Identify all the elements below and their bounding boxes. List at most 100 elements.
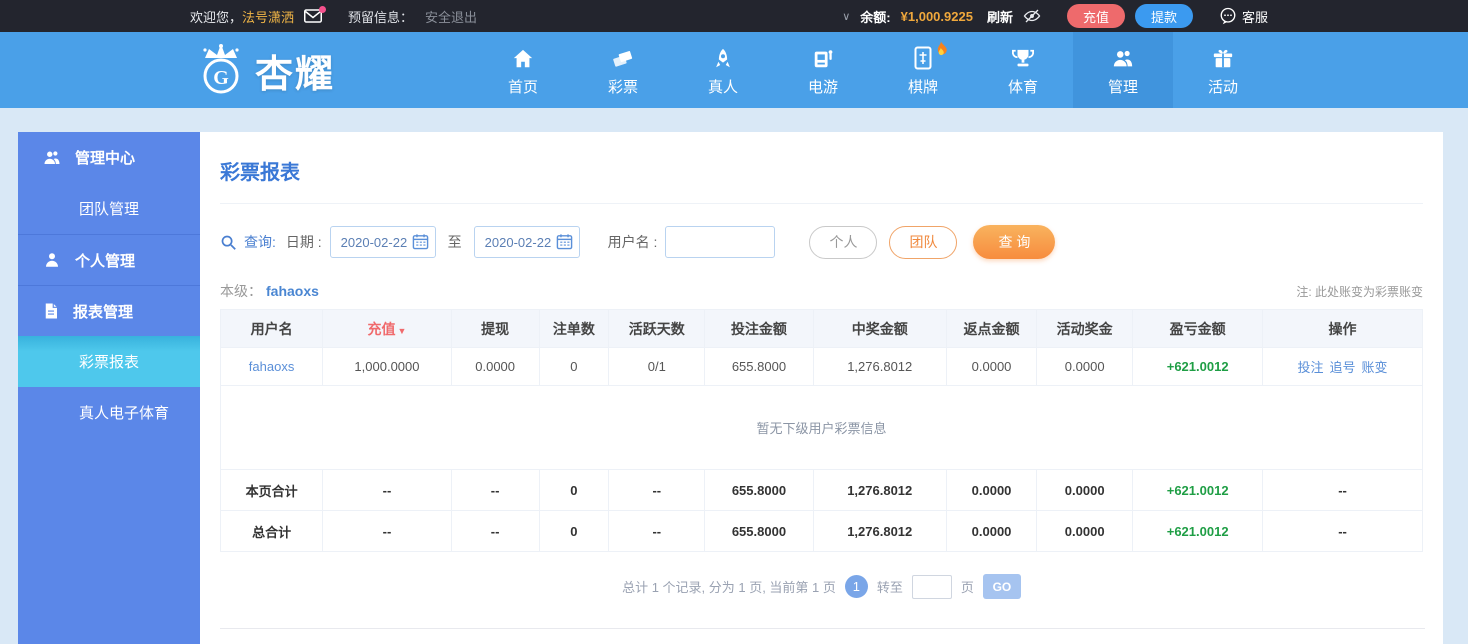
sidebar-item-team-manage[interactable]: 团队管理 xyxy=(18,183,200,234)
balance-label: 余额: xyxy=(860,9,891,25)
sidebar-item-manage-center[interactable]: 管理中心 xyxy=(18,132,200,183)
cell-deposit: 1,000.0000 xyxy=(322,347,452,386)
document-icon xyxy=(45,303,57,319)
sidebar-item-lottery-report[interactable]: 彩票报表 xyxy=(18,336,200,387)
personal-filter-button[interactable]: 个人 xyxy=(809,225,878,259)
header-deposit[interactable]: 充值 ▼ xyxy=(322,309,452,348)
empty-message-row: 暂无下级用户彩票信息 xyxy=(220,385,1423,470)
pagination: 总计 1 个记录, 分为 1 页, 当前第 1 页 1 转至 页 GO xyxy=(220,574,1423,599)
sidebar-item-report-manage[interactable]: 报表管理 xyxy=(18,285,200,336)
divider xyxy=(220,203,1423,204)
total-cell: -- xyxy=(1262,510,1423,552)
withdraw-button[interactable]: 提款 xyxy=(1134,4,1193,28)
cell-rebate: 0.0000 xyxy=(945,347,1038,386)
report-table: 用户名 充值 ▼ 提现 注单数 活跃天数 投注金额 中奖金额 返点金额 活动奖金 … xyxy=(219,309,1423,552)
cell-win-amount: 1,276.8012 xyxy=(812,347,947,386)
search-button[interactable]: 查 询 xyxy=(973,225,1056,259)
sidebar-item-label: 报表管理 xyxy=(73,303,134,321)
sidebar-item-label: 彩票报表 xyxy=(79,354,140,371)
cell-bet-amount: 655.8000 xyxy=(704,347,814,386)
team-filter-button[interactable]: 团队 xyxy=(889,225,958,259)
nav-item-live[interactable]: 真人 xyxy=(673,32,773,108)
mail-button[interactable] xyxy=(304,6,327,23)
sidebar-item-live-esports[interactable]: 真人电子体育 xyxy=(18,387,200,438)
nav-item-manage[interactable]: 管理 xyxy=(1073,32,1173,108)
total-cell: 0.0000 xyxy=(945,469,1038,511)
sort-desc-icon[interactable]: ▼ xyxy=(398,326,407,336)
notification-dot xyxy=(319,6,327,13)
header-win-amount: 中奖金额 xyxy=(812,309,947,348)
page-total-row: 本页合计 -- -- 0 -- 655.8000 1,276.8012 0.00… xyxy=(219,469,1423,511)
cell-withdraw: 0.0000 xyxy=(450,347,540,386)
nav-item-label: 棋牌 xyxy=(907,78,938,96)
total-cell: 655.8000 xyxy=(704,510,814,552)
date-to-input[interactable] xyxy=(473,226,580,258)
cell-profit: +621.0012 xyxy=(1132,347,1264,386)
table-row: fahaoxs 1,000.0000 0.0000 0 0/1 655.8000… xyxy=(219,347,1423,386)
date-label: 日期 : xyxy=(285,234,322,250)
nav-item-label: 真人 xyxy=(707,78,738,96)
nav-item-label: 电游 xyxy=(807,78,838,96)
nav-item-egames[interactable]: 电游 xyxy=(773,32,873,108)
total-cell: -- xyxy=(322,469,452,511)
refresh-balance-link[interactable]: 刷新 xyxy=(987,7,1013,26)
sidebar-item-label: 真人电子体育 xyxy=(79,405,170,422)
crown-emblem-icon: G xyxy=(203,44,239,94)
people-icon xyxy=(1113,50,1133,66)
main-nav: G 杏耀 首页 彩票 真人 电游 棋牌 体育 管理 活动 xyxy=(0,32,1468,108)
goto-page-input[interactable] xyxy=(911,574,952,599)
action-bet-link[interactable]: 投注 xyxy=(1298,360,1324,375)
nav-item-lottery[interactable]: 彩票 xyxy=(573,32,673,108)
nav-item-sports[interactable]: 体育 xyxy=(973,32,1073,108)
goto-label: 转至 xyxy=(876,580,903,595)
nav-item-promos[interactable]: 活动 xyxy=(1173,32,1273,108)
person-icon xyxy=(46,253,58,267)
sidebar-item-personal-manage[interactable]: 个人管理 xyxy=(18,234,200,285)
brand-logo[interactable]: G 杏耀 xyxy=(195,42,335,98)
deposit-button[interactable]: 充值 xyxy=(1066,4,1125,28)
go-button[interactable]: GO xyxy=(982,574,1021,599)
nav-item-boardgames[interactable]: 棋牌 xyxy=(873,32,973,108)
customer-service-button[interactable]: 客服 xyxy=(1219,7,1268,26)
eye-slash-icon[interactable] xyxy=(1023,8,1041,24)
flame-icon xyxy=(937,39,947,55)
nav-item-label: 体育 xyxy=(1007,78,1038,96)
total-cell: 0.0000 xyxy=(945,510,1038,552)
header-active-days: 活跃天数 xyxy=(608,309,706,348)
cell-activity-bonus: 0.0000 xyxy=(1036,347,1134,386)
balance-value: ¥1,000.9225 xyxy=(900,8,973,24)
action-account-change-link[interactable]: 账变 xyxy=(1362,360,1388,375)
nav-item-home[interactable]: 首页 xyxy=(473,32,573,108)
main-panel: 彩票报表 查询: 日期 : 至 用户名 : 个人 xyxy=(200,132,1443,644)
table-header-row: 用户名 充值 ▼ 提现 注单数 活跃天数 投注金额 中奖金额 返点金额 活动奖金 … xyxy=(219,309,1423,348)
header-activity-bonus: 活动奖金 xyxy=(1036,309,1134,348)
username-input[interactable] xyxy=(665,226,776,258)
cell-actions: 投注 追号 账变 xyxy=(1262,347,1423,386)
page-number-button[interactable]: 1 xyxy=(844,575,868,598)
grand-total-row: 总合计 -- -- 0 -- 655.8000 1,276.8012 0.000… xyxy=(219,510,1423,552)
total-cell: 655.8000 xyxy=(704,469,814,511)
chevron-down-icon[interactable]: ∨ xyxy=(842,10,850,23)
empty-message: 暂无下级用户彩票信息 xyxy=(220,385,1423,470)
cell-bet-count: 0 xyxy=(538,347,610,386)
action-chase-link[interactable]: 追号 xyxy=(1330,360,1356,375)
level-label: 本级： xyxy=(220,283,262,299)
home-icon xyxy=(513,49,533,67)
mahjong-tile-icon xyxy=(914,46,932,69)
date-from-input[interactable] xyxy=(329,226,436,258)
row-username-link[interactable]: fahaoxs xyxy=(249,359,295,374)
chat-bubble-icon xyxy=(1220,7,1236,25)
header-bet-amount: 投注金额 xyxy=(704,309,814,348)
divider xyxy=(220,628,1425,629)
total-cell: -- xyxy=(450,469,540,511)
trophy-icon xyxy=(1012,49,1034,66)
total-cell: 1,276.8012 xyxy=(812,469,947,511)
header-profit: 盈亏金额 xyxy=(1132,309,1264,348)
header-rebate: 返点金额 xyxy=(945,309,1038,348)
nav-item-label: 管理 xyxy=(1107,78,1138,96)
level-row: 本级： fahaoxs 注: 此处账变为彩票账变 xyxy=(220,281,1423,301)
header-username: 用户名 xyxy=(219,309,324,348)
total-cell: -- xyxy=(322,510,452,552)
level-username-link[interactable]: fahaoxs xyxy=(266,283,319,299)
logout-link[interactable]: 安全退出 xyxy=(425,7,477,26)
